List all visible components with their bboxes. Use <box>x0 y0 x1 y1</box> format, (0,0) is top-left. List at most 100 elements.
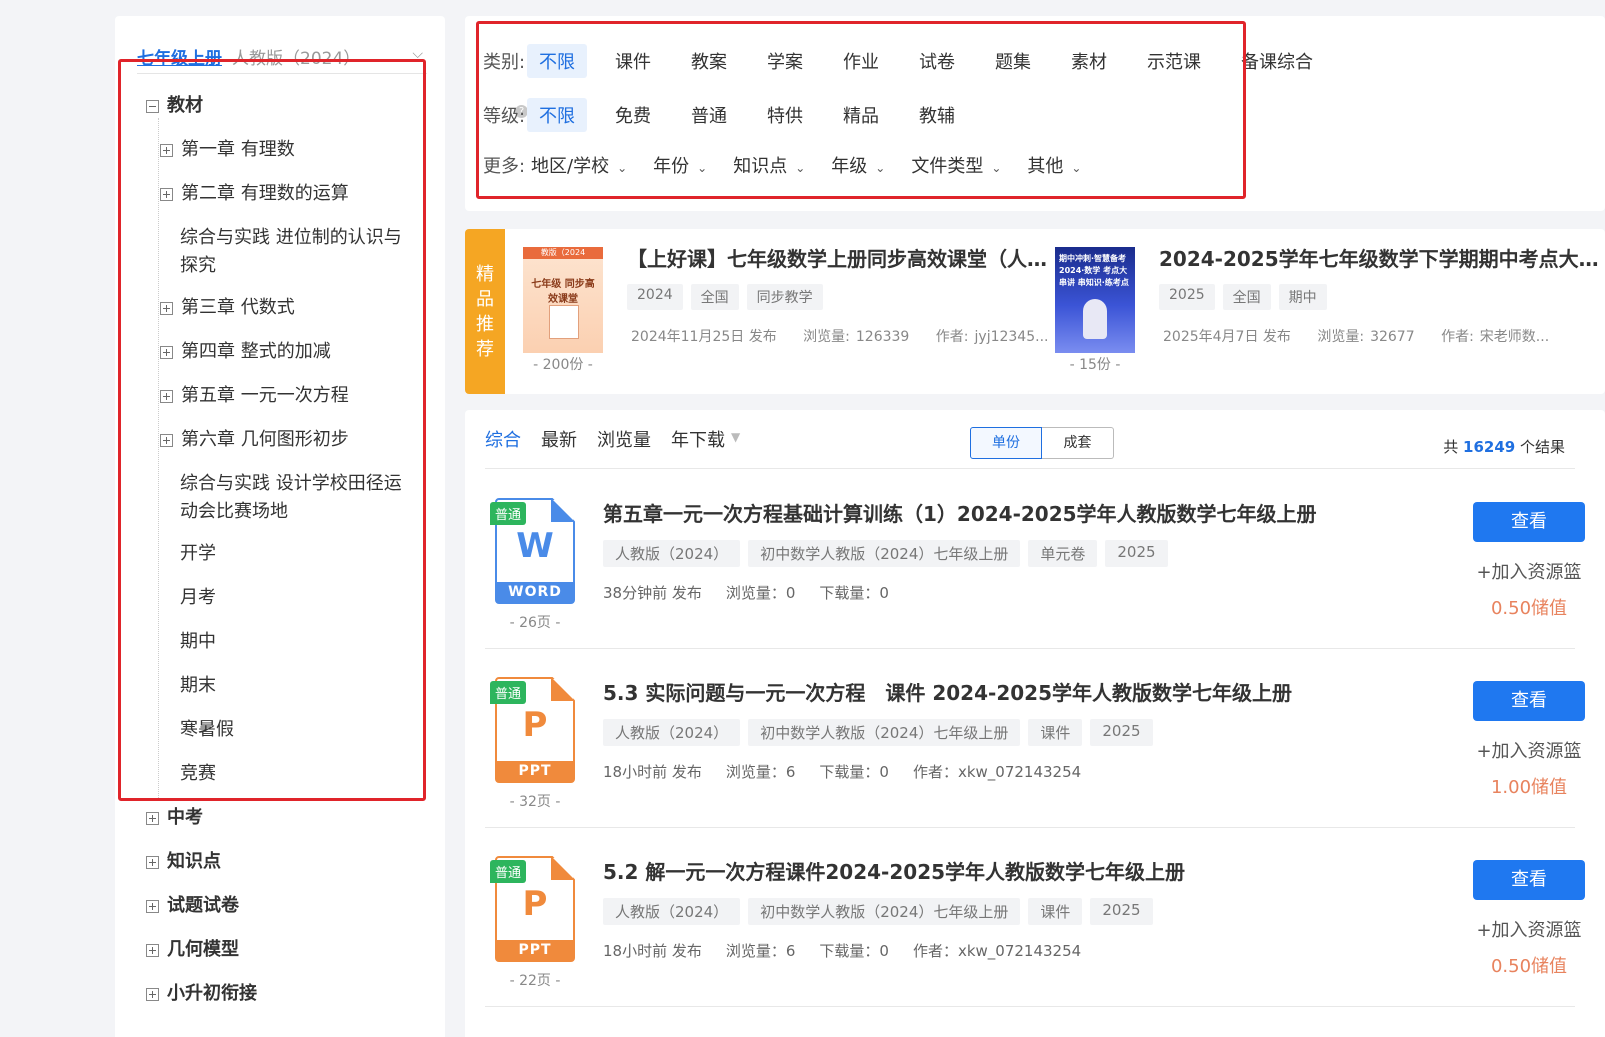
expand-icon[interactable] <box>146 856 159 869</box>
view-button[interactable]: 查看 <box>1473 681 1585 721</box>
featured-section: 精 品 推 荐 教版（2024 七年级 同步高效课堂 - 200份 - 【上好课… <box>465 229 1605 394</box>
add-to-basket-link[interactable]: +加入资源篮 <box>1465 558 1593 584</box>
expand-icon[interactable] <box>146 812 159 825</box>
sort-comprehensive[interactable]: 综合 <box>485 426 521 452</box>
tree-item[interactable]: 教材 <box>146 92 203 120</box>
featured-title[interactable]: 2024-2025学年七年级数学下学期期中考点大串讲（人教版） <box>1159 243 1599 272</box>
expand-icon[interactable] <box>146 988 159 1001</box>
grade-selector[interactable]: 七年级上册 人教版（2024） ⌵ <box>137 40 427 74</box>
chevron-down-icon[interactable]: ⌄ <box>875 161 885 175</box>
category-option[interactable]: 课件 <box>603 44 663 78</box>
tree-item[interactable]: 第五章 一元一次方程 <box>160 382 349 410</box>
set-toggle[interactable]: 成套 <box>1042 427 1114 459</box>
level-option[interactable]: 免费 <box>603 98 663 132</box>
tree-item[interactable]: 综合与实践 进位制的认识与探究 <box>180 224 415 280</box>
level-option[interactable]: 不限 <box>527 98 587 132</box>
category-option[interactable]: 教案 <box>679 44 739 78</box>
expand-icon[interactable] <box>146 944 159 957</box>
category-option[interactable]: 示范课 <box>1135 44 1213 78</box>
featured-count: - 15份 - <box>1069 357 1121 373</box>
chip: 2024 <box>627 284 683 310</box>
tree-item[interactable]: 期中 <box>180 628 216 656</box>
featured-title[interactable]: 【上好课】七年级数学上册同步高效课堂（人教版2024） <box>627 243 1047 272</box>
more-filter-dropdown[interactable]: 知识点 ⌄ <box>733 152 805 178</box>
more-filter-dropdown[interactable]: 其他 ⌄ <box>1027 152 1081 178</box>
expand-icon[interactable] <box>146 900 159 913</box>
ppt-file-icon[interactable]: P PPT 普通 <box>490 677 575 783</box>
tree-item[interactable]: 中考 <box>146 804 203 832</box>
more-filter-dropdown[interactable]: 文件类型 ⌄ <box>911 152 1001 178</box>
featured-cover[interactable]: 期中冲刺·智慧备考 2024·数学 考点大串讲 串知识·练考点 <box>1055 247 1135 353</box>
level-option[interactable]: 精品 <box>831 98 891 132</box>
expand-icon[interactable] <box>160 434 173 447</box>
tree-item[interactable]: 开学 <box>180 540 216 568</box>
tree-item[interactable]: 知识点 <box>146 848 221 876</box>
chevron-down-icon[interactable]: ⌄ <box>991 161 1001 175</box>
collapse-icon[interactable] <box>146 100 159 113</box>
category-option[interactable]: 学案 <box>755 44 815 78</box>
expand-icon[interactable] <box>160 188 173 201</box>
expand-icon[interactable] <box>160 302 173 315</box>
expand-icon[interactable] <box>160 346 173 359</box>
chip: 初中数学人教版（2024）七年级上册 <box>748 719 1021 746</box>
featured-item[interactable]: 期中冲刺·智慧备考 2024·数学 考点大串讲 串知识·练考点 - 15份 - … <box>1055 229 1605 394</box>
level-option[interactable]: 教辅 <box>907 98 967 132</box>
category-option[interactable]: 题集 <box>983 44 1043 78</box>
price-label: 0.50储值 <box>1490 956 1568 977</box>
chevron-down-icon[interactable]: ⌄ <box>697 161 707 175</box>
tree-item[interactable]: 小升初衔接 <box>146 980 257 1008</box>
tree-item[interactable]: 期末 <box>180 672 216 700</box>
featured-cover[interactable]: 教版（2024 七年级 同步高效课堂 <box>523 247 603 353</box>
tree-item[interactable]: 第三章 代数式 <box>160 294 295 322</box>
result-title[interactable]: 第五章一元一次方程基础计算训练（1）2024-2025学年人教版数学七年级上册 <box>603 498 1317 527</box>
chip: 2025 <box>1090 719 1153 746</box>
result-title[interactable]: 5.2 解一元一次方程课件2024-2025学年人教版数学七年级上册 <box>603 856 1185 885</box>
tree-item[interactable]: 试题试卷 <box>146 892 239 920</box>
single-toggle[interactable]: 单份 <box>970 427 1042 459</box>
tree-item[interactable]: 第四章 整式的加减 <box>160 338 331 366</box>
word-file-icon[interactable]: W WORD 普通 <box>490 498 575 604</box>
sort-arrow-icon[interactable]: ▼ <box>731 430 740 452</box>
grade-label[interactable]: 七年级上册 <box>137 44 222 69</box>
tree-item[interactable]: 第一章 有理数 <box>160 136 295 164</box>
more-filter-dropdown[interactable]: 年级 ⌄ <box>831 152 885 178</box>
tree-item[interactable]: 竞赛 <box>180 760 216 788</box>
sort-views[interactable]: 浏览量 <box>597 426 651 452</box>
chevron-down-icon[interactable]: ⌵ <box>412 46 423 62</box>
chevron-down-icon[interactable]: ⌄ <box>795 161 805 175</box>
category-option[interactable]: 作业 <box>831 44 891 78</box>
ppt-file-icon[interactable]: P PPT 普通 <box>490 856 575 962</box>
result-title[interactable]: 5.3 实际问题与一元一次方程 课件 2024-2025学年人教版数学七年级上册 <box>603 677 1292 706</box>
tree-item[interactable]: 第二章 有理数的运算 <box>160 180 349 208</box>
publish-time: 18小时前 发布 <box>603 763 702 781</box>
add-to-basket-link[interactable]: +加入资源篮 <box>1465 737 1593 763</box>
sort-downloads[interactable]: 年下载 <box>671 426 725 452</box>
category-option[interactable]: 不限 <box>527 44 587 78</box>
filter-panel: 类别: 不限 课件 教案 学案 作业 试卷 题集 素材 示范课 备课综合 ? 等级: 不限 免费 普通… <box>465 16 1605 211</box>
tree-item[interactable]: 综合与实践 设计学校田径运动会比赛场地 <box>180 470 415 526</box>
chevron-down-icon[interactable]: ⌄ <box>1071 161 1081 175</box>
dropdown-label: 知识点 <box>733 156 788 177</box>
category-option[interactable]: 试卷 <box>907 44 967 78</box>
tree-item[interactable]: 第六章 几何图形初步 <box>160 426 349 454</box>
sidebar: 七年级上册 人教版（2024） ⌵ <box>115 16 445 1037</box>
expand-icon[interactable] <box>160 390 173 403</box>
tree-item-label: 小升初衔接 <box>167 983 257 1004</box>
add-to-basket-link[interactable]: +加入资源篮 <box>1465 916 1593 942</box>
more-filter-dropdown[interactable]: 年份 ⌄ <box>653 152 707 178</box>
level-option[interactable]: 特供 <box>755 98 815 132</box>
tree-item[interactable]: 月考 <box>180 584 216 612</box>
chevron-down-icon[interactable]: ⌄ <box>617 161 627 175</box>
tree-item[interactable]: 寒暑假 <box>180 716 234 744</box>
more-filter-dropdown[interactable]: 地区/学校 ⌄ <box>531 152 627 178</box>
view-button[interactable]: 查看 <box>1473 860 1585 900</box>
count-number: 16249 <box>1463 438 1516 456</box>
view-button[interactable]: 查看 <box>1473 502 1585 542</box>
category-option[interactable]: 备课综合 <box>1229 44 1325 78</box>
category-option[interactable]: 素材 <box>1059 44 1119 78</box>
sort-latest[interactable]: 最新 <box>541 426 577 452</box>
level-option[interactable]: 普通 <box>679 98 739 132</box>
featured-item[interactable]: 教版（2024 七年级 同步高效课堂 - 200份 - 【上好课】七年级数学上册… <box>523 229 1053 394</box>
tree-item[interactable]: 几何模型 <box>146 936 239 964</box>
expand-icon[interactable] <box>160 144 173 157</box>
